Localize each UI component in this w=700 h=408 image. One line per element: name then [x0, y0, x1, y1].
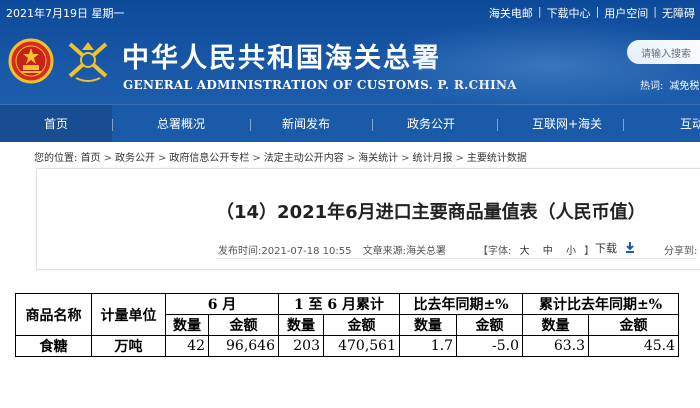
header-cumulative-yoy-change: 累计比去年同期±% — [522, 293, 679, 315]
nav-separator — [623, 119, 624, 131]
font-size-small[interactable]: 小 — [566, 246, 576, 257]
nav-item-interaction[interactable]: 互动 — [648, 105, 700, 142]
font-size-control: 【字体: 大 中 小 】 — [478, 242, 594, 257]
cell-cumulative-yoy-quantity: 63.3 — [522, 335, 589, 357]
download-icon — [625, 242, 634, 253]
import-goods-table: 商品名称 计量单位 6 月 1 至 6 月累计 比去年同期±% 累计比去年同期±… — [15, 293, 679, 357]
subheader-quantity: 数量 — [522, 314, 589, 336]
hot-word-link[interactable]: 减免税 — [669, 81, 699, 92]
breadcrumb-item[interactable]: 政府信息公开专栏 — [169, 153, 249, 164]
cell-june-amount: 96,646 — [208, 335, 279, 357]
share-label[interactable]: 分享到: — [664, 242, 697, 257]
subheader-quantity: 数量 — [165, 314, 209, 336]
top-link-separator: | — [537, 5, 542, 18]
top-link-download[interactable]: 下载中心 — [542, 5, 596, 21]
header-unit: 计量单位 — [91, 293, 166, 336]
national-emblem-icon — [8, 38, 54, 84]
top-link-email[interactable]: 海关电邮 — [484, 5, 538, 21]
breadcrumb-item[interactable]: 政务公开 — [115, 153, 155, 164]
top-link-separator: | — [595, 5, 600, 18]
hot-words-label: 热词: — [640, 81, 664, 92]
article-meta: 发布时间:2021-07-18 10:55 文章来源:海关总署 — [218, 242, 446, 257]
cell-yoy-amount: -5.0 — [456, 335, 523, 357]
breadcrumb-item[interactable]: 海关统计 — [358, 153, 398, 164]
cell-june-quantity: 42 — [165, 335, 209, 357]
top-links: 海关电邮 | 下载中心 | 用户空间 | 无障碍 — [484, 5, 700, 21]
customs-logo-icon — [68, 42, 108, 82]
breadcrumb-arrow: > — [157, 153, 167, 164]
cell-goods-name: 食糖 — [15, 335, 92, 357]
main-nav: 首页 总署概况 新闻发布 政务公开 互联网+海关 互动 — [0, 104, 700, 142]
font-size-medium[interactable]: 中 — [543, 246, 553, 257]
table-row: 食糖 万吨 42 96,646 203 470,561 1.7 -5.0 63.… — [15, 335, 679, 357]
cell-unit: 万吨 — [91, 335, 166, 357]
header-yoy-change: 比去年同期±% — [399, 293, 523, 315]
top-link-accessibility[interactable]: 无障碍 — [657, 5, 700, 21]
page-title: （14）2021年6月进口主要商品量值表（人民币值） — [216, 202, 646, 223]
breadcrumb-arrow: > — [401, 153, 410, 164]
breadcrumb-arrow: > — [252, 153, 261, 164]
download-button[interactable]: 下载 — [595, 240, 635, 256]
font-size-large[interactable]: 大 — [520, 246, 530, 257]
subheader-amount: 金额 — [323, 314, 400, 336]
breadcrumb-arrow: > — [103, 153, 112, 164]
subheader-amount: 金额 — [208, 314, 279, 336]
nav-item-internet-customs[interactable]: 互联网+海关 — [511, 105, 623, 142]
breadcrumb-item[interactable]: 主要统计数据 — [467, 153, 527, 164]
breadcrumb-arrow: > — [346, 153, 356, 164]
header-goods-name: 商品名称 — [15, 293, 92, 336]
subheader-quantity: 数量 — [399, 314, 457, 336]
breadcrumb-item[interactable]: 法定主动公开内容 — [264, 153, 344, 164]
breadcrumb-arrow: > — [455, 153, 464, 164]
publish-time: 2021-07-18 10:55 — [261, 246, 352, 257]
table-header-row: 商品名称 计量单位 6 月 1 至 6 月累计 比去年同期±% 累计比去年同期±… — [15, 293, 679, 336]
source-label: 文章来源: — [362, 246, 407, 257]
breadcrumb-label: 您的位置: — [34, 153, 78, 164]
top-link-separator: | — [653, 5, 657, 18]
cell-cumulative-quantity: 203 — [278, 335, 324, 357]
site-title-en: GENERAL ADMINISTRATION OF CUSTOMS. P. R.… — [123, 78, 517, 92]
subheader-amount: 金额 — [588, 314, 679, 336]
header-june: 6 月 — [165, 293, 279, 315]
subheader-quantity: 数量 — [278, 314, 324, 336]
search-input[interactable]: 请输入搜索 — [627, 40, 700, 64]
top-link-user-space[interactable]: 用户空间 — [599, 5, 653, 21]
subheader-amount: 金额 — [456, 314, 523, 336]
site-title-cn: 中华人民共和国海关总署 — [122, 43, 441, 74]
top-strip: 2021年7月19日 星期一 海关电邮 | 下载中心 | 用户空间 | 无障碍 — [0, 0, 700, 24]
meta-divider — [216, 258, 696, 259]
breadcrumb-item[interactable]: 首页 — [81, 153, 101, 164]
breadcrumb-item[interactable]: 统计月报 — [413, 153, 453, 164]
nav-separator — [112, 119, 113, 131]
font-size-label: 【字体: — [478, 246, 512, 257]
breadcrumb: 您的位置: 首页 > 政务公开 > 政府信息公开专栏 > 法定主动公开内容 > 海关统计 > 统计月… — [34, 149, 527, 164]
font-size-close: 】 — [584, 246, 595, 257]
header-jan-jun-cumulative: 1 至 6 月累计 — [278, 293, 400, 315]
cell-cumulative-amount: 470,561 — [323, 335, 400, 357]
publish-label: 发布时间: — [218, 246, 262, 257]
nav-separator — [497, 119, 498, 131]
nav-separator — [372, 119, 373, 131]
download-label: 下载 — [595, 242, 617, 255]
hot-words: 热词: 减免税 — [640, 77, 699, 92]
site-header: 2021年7月19日 星期一 海关电邮 | 下载中心 | 用户空间 | 无障碍 … — [0, 0, 700, 142]
nav-item-overview[interactable]: 总署概况 — [125, 105, 237, 142]
nav-item-government-affairs[interactable]: 政务公开 — [375, 105, 487, 142]
cell-cumulative-yoy-amount: 45.4 — [588, 335, 679, 357]
cell-yoy-quantity: 1.7 — [399, 335, 457, 357]
source-value: 海关总署 — [406, 246, 447, 257]
nav-item-news[interactable]: 新闻发布 — [250, 105, 362, 142]
nav-item-home[interactable]: 首页 — [0, 105, 112, 142]
current-date: 2021年7月19日 星期一 — [6, 7, 125, 20]
